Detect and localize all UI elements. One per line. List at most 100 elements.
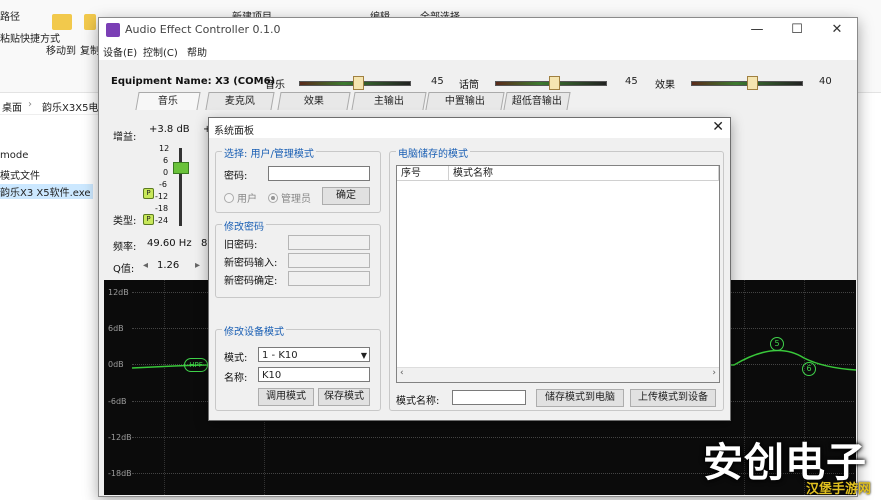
mode-label: 模式: xyxy=(224,353,248,364)
breadcrumb-folder[interactable]: 韵乐X3X5电 xyxy=(42,99,98,114)
mode-select-value: 1 - K10 xyxy=(262,350,298,361)
radio-user-label: 用户 xyxy=(237,194,257,205)
effect-level-thumb[interactable] xyxy=(747,76,758,90)
q-label: Q值: xyxy=(113,264,135,275)
scroll-left-icon[interactable]: ‹ xyxy=(400,368,404,378)
menu-control[interactable]: 控制(C) xyxy=(143,44,178,59)
old-password-input[interactable] xyxy=(288,235,370,250)
tab-microphone[interactable]: 麦克风 xyxy=(205,92,275,110)
confirm-password-label: 新密码确定: xyxy=(224,276,278,287)
dialog-close-icon[interactable]: ✕ xyxy=(712,119,724,135)
radio-admin-label: 管理员 xyxy=(281,194,311,205)
old-password-label: 旧密码: xyxy=(224,240,258,251)
chevron-down-icon[interactable]: ▼ xyxy=(361,348,367,363)
gain-scale-label: 0 xyxy=(163,168,169,177)
gain-scale-label: -24 xyxy=(155,216,169,225)
tab-subwoofer-output[interactable]: 超低音输出 xyxy=(503,92,571,110)
name-input[interactable]: K10 xyxy=(258,367,370,382)
peq-icon[interactable]: P xyxy=(143,214,154,225)
breadcrumb-desktop[interactable]: 桌面 xyxy=(2,99,22,114)
mode-name-input[interactable] xyxy=(452,390,526,405)
gain-scale-label: 6 xyxy=(163,156,169,165)
save-mode-button[interactable]: 保存模式 xyxy=(318,388,370,406)
column-header-mode-name[interactable]: 模式名称 xyxy=(449,166,719,181)
pc-stored-modes-group-title: 电脑储存的模式 xyxy=(396,145,470,160)
gain-value: +3.8 dB xyxy=(149,124,190,135)
new-password-label: 新密码输入: xyxy=(224,258,278,269)
radio-admin-icon xyxy=(268,193,278,203)
tab-effect[interactable]: 效果 xyxy=(277,92,351,110)
equipment-name: Equipment Name: X3 (COM6) xyxy=(111,76,276,87)
tab-music[interactable]: 音乐 xyxy=(135,92,201,110)
menu-bar: 设备(E) 控制(C) 帮助 xyxy=(99,42,857,60)
minimize-icon[interactable]: — xyxy=(737,18,777,42)
change-password-group-title: 修改密码 xyxy=(222,218,266,233)
ribbon-copy-to[interactable]: 复制 xyxy=(80,42,100,57)
name-label: 名称: xyxy=(224,373,248,384)
mode-select[interactable]: 1 - K10 ▼ xyxy=(258,347,370,362)
maximize-icon[interactable]: ☐ xyxy=(777,18,817,42)
music-level-label: 音乐 xyxy=(265,80,285,91)
file-item-selected[interactable]: 韵乐X3 X5软件.exe xyxy=(0,184,93,199)
tab-center-output[interactable]: 中置输出 xyxy=(425,92,505,110)
confirm-button[interactable]: 确定 xyxy=(322,187,370,205)
column-header-number[interactable]: 序号 xyxy=(397,166,449,181)
music-level-thumb[interactable] xyxy=(353,76,364,90)
radio-admin[interactable]: 管理员 xyxy=(268,190,311,205)
band-6-marker[interactable]: 6 xyxy=(802,362,816,376)
type-label: 类型: xyxy=(113,216,137,227)
q-increase-icon[interactable]: ▸ xyxy=(195,260,200,271)
move-to-icon[interactable] xyxy=(52,14,72,30)
ribbon-move-to[interactable]: 移动到 xyxy=(46,42,76,57)
frequency-value[interactable]: 49.60 Hz xyxy=(147,238,192,249)
q-decrease-icon[interactable]: ◂ xyxy=(143,260,148,271)
file-item[interactable]: 模式文件 xyxy=(0,167,40,182)
device-mode-group: 修改设备模式 模式: 1 - K10 ▼ 名称: K10 调用模式 保存模式 xyxy=(215,323,381,411)
change-password-group: 修改密码 旧密码: 新密码输入: 新密码确定: xyxy=(215,218,381,298)
mode-list[interactable]: 序号 模式名称 ‹ › xyxy=(396,165,720,383)
mic-level-value: 45 xyxy=(625,76,638,87)
mic-level-thumb[interactable] xyxy=(549,76,560,90)
menu-help[interactable]: 帮助 xyxy=(187,44,207,59)
gain-scale-label: -6 xyxy=(159,180,167,189)
dialog-title: 系统面板 xyxy=(214,126,254,137)
device-mode-group-title: 修改设备模式 xyxy=(222,323,286,338)
q-value[interactable]: 1.26 xyxy=(157,260,179,271)
tab-main-output[interactable]: 主输出 xyxy=(351,92,427,110)
gain-fader-thumb[interactable] xyxy=(173,162,189,174)
effect-level-label: 效果 xyxy=(655,80,675,91)
gain-scale-label: -12 xyxy=(155,192,169,201)
radio-user[interactable]: 用户 xyxy=(224,190,257,205)
dialog-titlebar[interactable]: 系统面板 ✕ xyxy=(209,118,730,138)
copy-to-icon[interactable] xyxy=(84,14,96,30)
new-password-input[interactable] xyxy=(288,253,370,268)
upload-mode-to-device-button[interactable]: 上传模式到设备 xyxy=(630,389,716,407)
ribbon-path-label[interactable]: 路径 xyxy=(0,8,20,23)
gain-scale-label: -18 xyxy=(155,204,169,213)
scroll-right-icon[interactable]: › xyxy=(712,368,716,378)
peq-icon[interactable]: P xyxy=(143,188,154,199)
confirm-password-input[interactable] xyxy=(288,271,370,286)
app-titlebar[interactable]: Audio Effect Controller 0.1.0 — ☐ ✕ xyxy=(99,18,857,42)
gain-fader-track[interactable] xyxy=(179,148,182,226)
horizontal-scrollbar[interactable]: ‹ › xyxy=(397,367,719,382)
mic-level-label: 话筒 xyxy=(459,80,479,91)
menu-device[interactable]: 设备(E) xyxy=(103,44,137,59)
close-icon[interactable]: ✕ xyxy=(817,18,857,42)
master-level-bar: Equipment Name: X3 (COM6) 音乐 45 话筒 45 效果… xyxy=(99,72,857,91)
hpf-marker[interactable]: HPF xyxy=(184,358,208,372)
band-5-marker[interactable]: 5 xyxy=(770,337,784,351)
password-input[interactable] xyxy=(268,166,370,181)
user-mode-group: 选择: 用户/管理模式 密码: 用户 管理员 确定 xyxy=(215,145,381,213)
save-mode-to-pc-button[interactable]: 储存模式到电脑 xyxy=(536,389,624,407)
breadcrumb-separator-icon: › xyxy=(28,99,32,110)
effect-level-value: 40 xyxy=(819,76,832,87)
gain-label: 增益: xyxy=(113,132,137,143)
breadcrumb: 桌面 › 韵乐X3X5电 xyxy=(0,96,98,115)
load-mode-button[interactable]: 调用模式 xyxy=(258,388,314,406)
user-mode-group-title: 选择: 用户/管理模式 xyxy=(222,145,316,160)
password-label: 密码: xyxy=(224,171,248,182)
frequency-label: 频率: xyxy=(113,242,137,253)
file-item[interactable]: mode xyxy=(0,150,28,161)
music-level-value: 45 xyxy=(431,76,444,87)
